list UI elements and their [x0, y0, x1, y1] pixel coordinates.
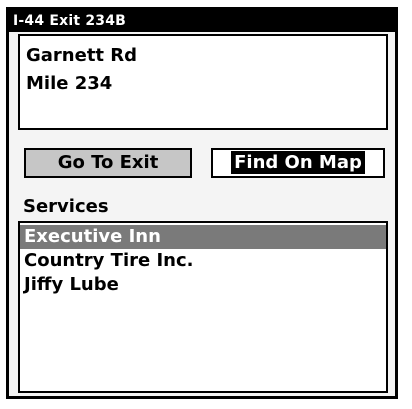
- find-on-map-button[interactable]: Find On Map: [211, 148, 385, 178]
- services-list[interactable]: Executive Inn Country Tire Inc. Jiffy Lu…: [18, 221, 388, 393]
- exit-info-window: I-44 Exit 234B Garnett Rd Mile 234 Go To…: [6, 7, 398, 399]
- window-title: I-44 Exit 234B: [9, 10, 395, 32]
- exit-info-box: Garnett Rd Mile 234: [18, 34, 388, 130]
- service-item-country-tire[interactable]: Country Tire Inc.: [20, 249, 386, 273]
- service-item-jiffy-lube[interactable]: Jiffy Lube: [20, 273, 386, 297]
- service-item-executive-inn[interactable]: Executive Inn: [20, 225, 386, 249]
- mile-marker: Mile 234: [26, 73, 113, 94]
- services-heading: Services: [23, 196, 109, 217]
- go-to-exit-label: Go To Exit: [57, 152, 159, 173]
- road-name: Garnett Rd: [26, 45, 138, 66]
- go-to-exit-button[interactable]: Go To Exit: [24, 148, 192, 178]
- find-on-map-label: Find On Map: [231, 151, 365, 174]
